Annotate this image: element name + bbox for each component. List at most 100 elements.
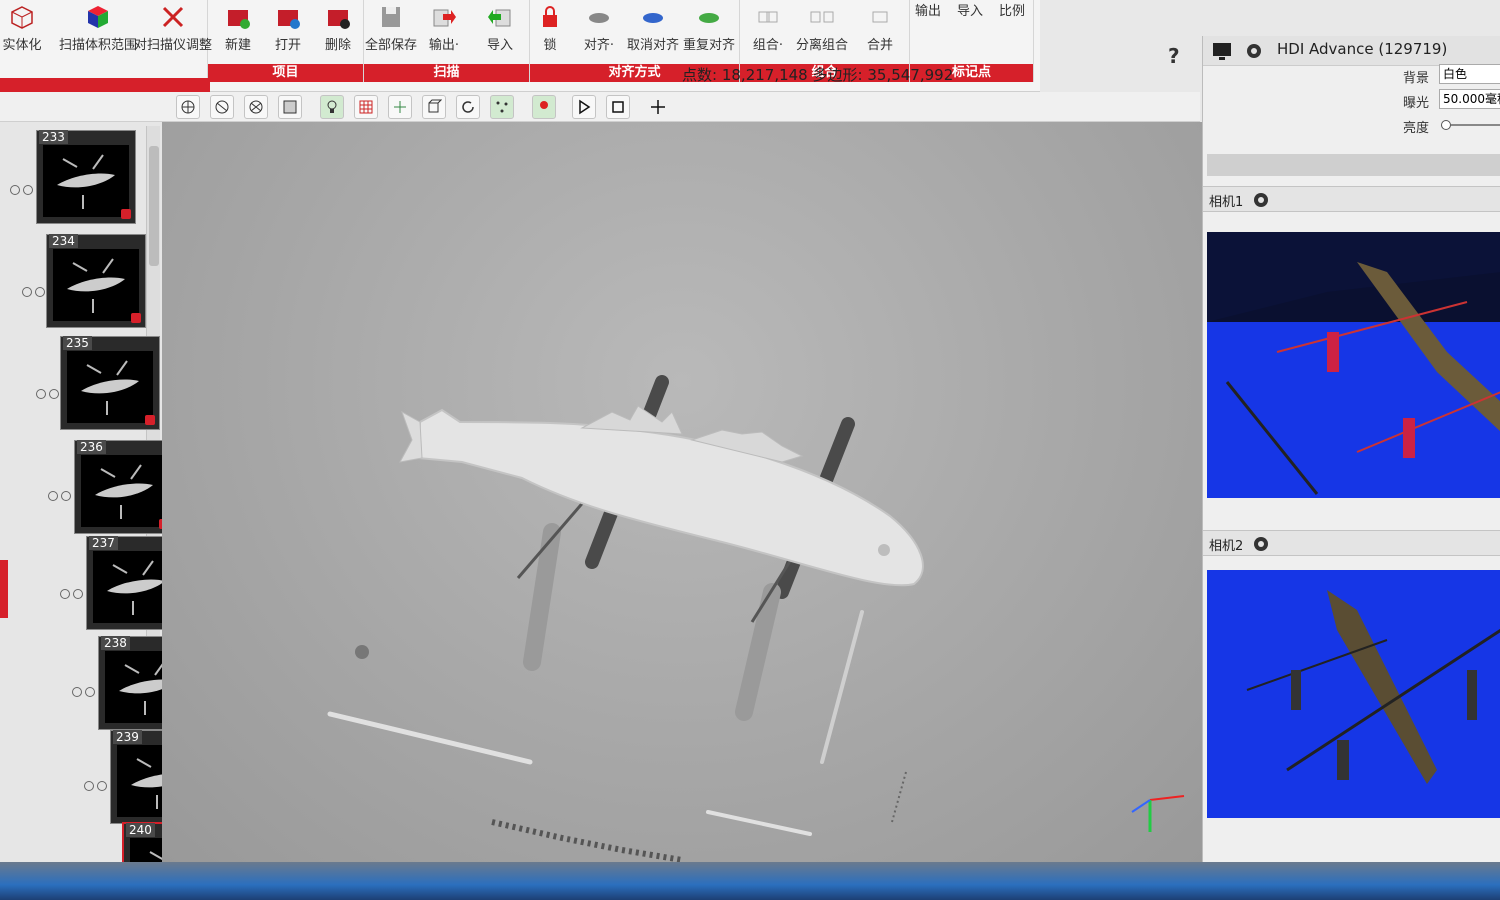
scan-volume-button[interactable]: 扫描体积范围 bbox=[58, 0, 138, 56]
pan-icon[interactable] bbox=[388, 95, 412, 119]
settings-gear-icon[interactable] bbox=[1243, 41, 1265, 61]
monitor-icon[interactable] bbox=[1211, 41, 1233, 61]
new-project-button[interactable]: 新建 bbox=[210, 0, 266, 56]
marker-scale-button[interactable]: 比例 bbox=[988, 0, 1036, 56]
visibility-toggle-icon[interactable] bbox=[36, 384, 64, 399]
visibility-toggle-icon[interactable] bbox=[84, 776, 112, 791]
camera1-gear-icon[interactable] bbox=[1251, 190, 1271, 210]
visibility-toggle-icon[interactable] bbox=[48, 486, 76, 501]
import-label: 导入 bbox=[486, 38, 513, 53]
wireframe-icon[interactable] bbox=[176, 95, 200, 119]
scan-list-item[interactable]: 235 bbox=[60, 336, 160, 430]
camera1-header: 相机1 bbox=[1203, 186, 1500, 212]
pin-icon[interactable] bbox=[532, 95, 556, 119]
scan-list-item[interactable]: 236 bbox=[74, 440, 174, 534]
camera2-gear-icon[interactable] bbox=[1251, 534, 1271, 554]
lock-icon bbox=[543, 6, 557, 27]
brightness-label: 亮度 bbox=[1403, 121, 1430, 136]
export-label: 输出· bbox=[428, 38, 460, 53]
ribbon-group-scanner: 实体化 扫描体积范围 对扫描仪调整 bbox=[0, 0, 212, 82]
combine-button[interactable]: 组合· bbox=[740, 0, 796, 56]
panel-divider bbox=[1207, 154, 1500, 176]
box-icon[interactable] bbox=[422, 95, 446, 119]
camera2-image bbox=[1246, 590, 1500, 784]
import-arrow-icon bbox=[488, 9, 511, 27]
scrollbar-thumb[interactable] bbox=[149, 146, 159, 266]
visibility-toggle-icon[interactable] bbox=[72, 682, 100, 697]
save-all-button[interactable]: 全部保存 bbox=[362, 0, 420, 56]
export-arrow-icon bbox=[433, 9, 456, 27]
scan-list-item[interactable]: 233 bbox=[36, 130, 136, 224]
scan-debris bbox=[820, 610, 864, 764]
cancel-align-button[interactable]: 取消对齐 bbox=[626, 0, 680, 56]
texture-icon[interactable] bbox=[278, 95, 302, 119]
mesh-icon[interactable] bbox=[210, 95, 234, 119]
redo-align-button[interactable]: 重复对齐 bbox=[682, 0, 736, 56]
export-button[interactable]: 输出· bbox=[416, 0, 472, 56]
background-label: 背景 bbox=[1403, 71, 1430, 86]
scanner-adjust-label: 对扫描仪调整 bbox=[134, 38, 213, 53]
split-combine-button[interactable]: 分离组合 bbox=[794, 0, 850, 56]
visibility-toggle-icon[interactable] bbox=[10, 180, 38, 195]
camera1-label: 相机1 bbox=[1209, 195, 1244, 210]
lock-icon[interactable] bbox=[121, 209, 131, 219]
scan-list-item[interactable]: 234 bbox=[46, 234, 146, 328]
group-title-project: 项目 bbox=[208, 64, 363, 82]
tail-fin bbox=[399, 410, 423, 463]
lock-label: 锁 bbox=[543, 38, 557, 53]
light-icon[interactable] bbox=[320, 95, 344, 119]
open-project-button[interactable]: 打开 bbox=[260, 0, 316, 56]
camera2-label: 相机2 bbox=[1209, 539, 1244, 554]
colored-cube-icon bbox=[88, 6, 108, 28]
scan-volume-label: 扫描体积范围 bbox=[58, 38, 137, 53]
solidify-button[interactable]: 实体化 bbox=[0, 0, 50, 56]
open-project-label: 打开 bbox=[274, 38, 301, 53]
merge-button[interactable]: 合并 bbox=[852, 0, 908, 56]
slider-knob[interactable] bbox=[1441, 120, 1451, 130]
merge-label: 合并 bbox=[866, 38, 893, 53]
cube-outline-icon bbox=[11, 6, 33, 29]
align-label: 对齐· bbox=[583, 38, 615, 53]
device-panel: HDI Advance (129719) 背景 白色 曝光 50.000毫秒 亮… bbox=[1202, 36, 1500, 900]
lock-button[interactable]: 锁 bbox=[526, 0, 574, 56]
align-icon bbox=[589, 13, 609, 23]
marker-export-button[interactable]: 输出 bbox=[904, 0, 952, 56]
move-icon[interactable] bbox=[646, 95, 670, 119]
delete-project-label: 删除 bbox=[324, 38, 351, 53]
scanner-adjust-button[interactable]: 对扫描仪调整 bbox=[134, 0, 212, 56]
scan-mesh-render bbox=[327, 375, 1185, 862]
camera2-header: 相机2 bbox=[1203, 530, 1500, 556]
solid-icon[interactable] bbox=[244, 95, 268, 119]
help-button[interactable]: ? bbox=[1168, 44, 1180, 68]
marker-import-button[interactable]: 导入 bbox=[946, 0, 994, 56]
rotate-icon[interactable] bbox=[456, 95, 480, 119]
lock-icon[interactable] bbox=[131, 313, 141, 323]
exposure-input[interactable]: 50.000毫秒 bbox=[1439, 89, 1500, 109]
scan-debris bbox=[891, 771, 907, 823]
scan-statistics: 点数: 18,217,148 多边形: 35,547,992 bbox=[682, 64, 953, 85]
ribbon-group-scan: 全部保存 输出· 导入 扫描 bbox=[364, 0, 530, 82]
import-button[interactable]: 导入 bbox=[472, 0, 528, 56]
delete-project-button[interactable]: 删除 bbox=[310, 0, 366, 56]
play-icon[interactable] bbox=[572, 95, 596, 119]
scan-number: 238 bbox=[101, 636, 130, 650]
background-select[interactable]: 白色 bbox=[1439, 64, 1500, 84]
left-edge-accent bbox=[0, 560, 8, 618]
align-button[interactable]: 对齐· bbox=[574, 0, 624, 56]
points-icon[interactable] bbox=[490, 95, 514, 119]
3d-viewport[interactable] bbox=[162, 122, 1202, 862]
axis-gizmo[interactable] bbox=[1131, 795, 1185, 832]
stop-icon[interactable] bbox=[606, 95, 630, 119]
camera1-feed bbox=[1207, 232, 1500, 498]
scan-debris bbox=[706, 810, 812, 836]
brightness-slider[interactable] bbox=[1441, 120, 1500, 130]
marker-import-label: 导入 bbox=[956, 4, 983, 19]
visibility-toggle-icon[interactable] bbox=[22, 282, 50, 297]
scan-number: 237 bbox=[89, 536, 118, 550]
visibility-toggle-icon[interactable] bbox=[60, 584, 88, 599]
scan-thumbnail bbox=[53, 249, 139, 321]
grid-icon[interactable] bbox=[354, 95, 378, 119]
polygon-count-value: 35,547,992 bbox=[867, 66, 954, 84]
points-count-label: 点数: bbox=[682, 66, 718, 84]
lock-icon[interactable] bbox=[145, 415, 155, 425]
